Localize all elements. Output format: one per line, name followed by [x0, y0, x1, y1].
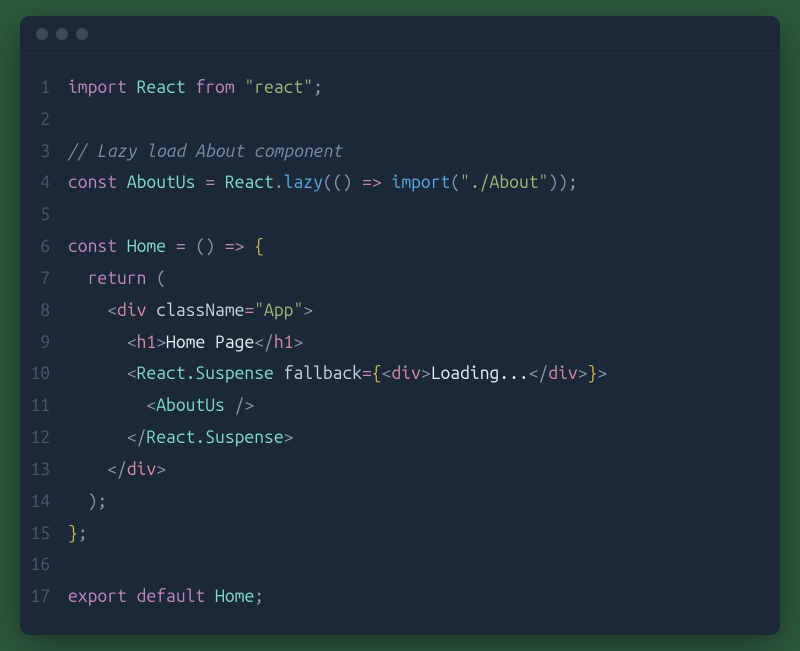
line-number: 1 [20, 72, 68, 104]
line-number: 16 [20, 549, 68, 581]
code-content: const Home = () => { [68, 231, 780, 263]
code-content: // Lazy load About component [68, 136, 780, 168]
code-line: 1import React from "react"; [20, 72, 780, 104]
code-content: <React.Suspense fallback={<div>Loading..… [68, 358, 780, 390]
code-content: }; [68, 518, 780, 550]
line-number: 9 [20, 327, 68, 359]
line-number: 8 [20, 295, 68, 327]
titlebar [20, 16, 780, 54]
code-content: <h1>Home Page</h1> [68, 327, 780, 359]
code-area: 1import React from "react";2 3// Lazy lo… [20, 54, 780, 635]
close-icon[interactable] [36, 28, 48, 40]
code-content: export default Home; [68, 581, 780, 613]
code-line: 11 <AboutUs /> [20, 390, 780, 422]
code-line: 9 <h1>Home Page</h1> [20, 327, 780, 359]
maximize-icon[interactable] [76, 28, 88, 40]
code-window: 1import React from "react";2 3// Lazy lo… [20, 16, 780, 635]
code-content: import React from "react"; [68, 72, 780, 104]
code-line: 3// Lazy load About component [20, 136, 780, 168]
code-line: 13 </div> [20, 454, 780, 486]
code-content [68, 199, 780, 231]
code-content: <div className="App"> [68, 295, 780, 327]
line-number: 3 [20, 136, 68, 168]
code-content: </div> [68, 454, 780, 486]
line-number: 10 [20, 358, 68, 390]
line-number: 11 [20, 390, 68, 422]
code-line: 7 return ( [20, 263, 780, 295]
line-number: 4 [20, 167, 68, 199]
line-number: 5 [20, 199, 68, 231]
code-line: 2 [20, 104, 780, 136]
code-content: </React.Suspense> [68, 422, 780, 454]
code-content: <AboutUs /> [68, 390, 780, 422]
code-line: 8 <div className="App"> [20, 295, 780, 327]
line-number: 7 [20, 263, 68, 295]
line-number: 15 [20, 518, 68, 550]
code-content: const AboutUs = React.lazy(() => import(… [68, 167, 780, 199]
code-line: 14 ); [20, 486, 780, 518]
line-number: 17 [20, 581, 68, 613]
line-number: 13 [20, 454, 68, 486]
code-line: 12 </React.Suspense> [20, 422, 780, 454]
code-content [68, 104, 780, 136]
line-number: 2 [20, 104, 68, 136]
code-content: return ( [68, 263, 780, 295]
code-line: 6const Home = () => { [20, 231, 780, 263]
code-line: 10 <React.Suspense fallback={<div>Loadin… [20, 358, 780, 390]
line-number: 12 [20, 422, 68, 454]
code-line: 15}; [20, 518, 780, 550]
code-line: 5 [20, 199, 780, 231]
code-line: 4const AboutUs = React.lazy(() => import… [20, 167, 780, 199]
minimize-icon[interactable] [56, 28, 68, 40]
line-number: 14 [20, 486, 68, 518]
code-content [68, 549, 780, 581]
code-line: 17export default Home; [20, 581, 780, 613]
code-content: ); [68, 486, 780, 518]
code-line: 16 [20, 549, 780, 581]
line-number: 6 [20, 231, 68, 263]
